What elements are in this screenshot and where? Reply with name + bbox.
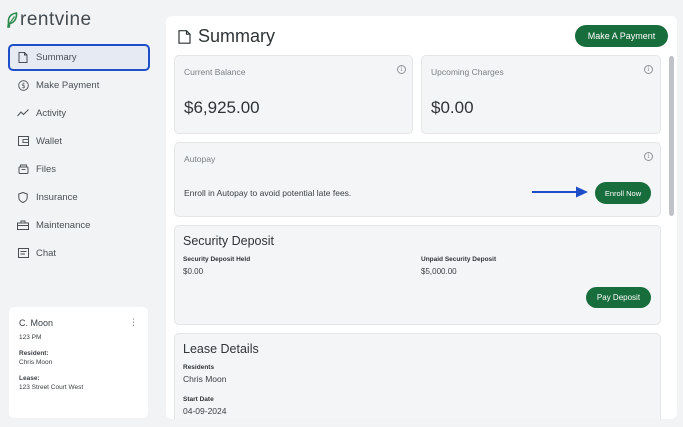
sidebar-item-label: Activity (36, 107, 67, 119)
resident-value: Chris Moon (19, 359, 53, 366)
user-name: C. Moon (19, 318, 54, 328)
pay-deposit-button[interactable]: Pay Deposit (586, 287, 651, 308)
deposit-held-value: $0.00 (183, 267, 204, 276)
toolbox-icon (17, 219, 29, 231)
sidebar-item-maintenance[interactable]: Maintenance (8, 211, 150, 239)
unpaid-deposit-label: Unpaid Security Deposit (421, 256, 497, 263)
upcoming-charges-amount: $0.00 (431, 98, 474, 117)
user-unit: 123 PM (19, 334, 42, 341)
leaf-logo-icon (7, 12, 18, 28)
enroll-now-button[interactable]: Enroll Now (595, 182, 651, 204)
shield-icon (17, 191, 29, 203)
sidebar-item-make-payment[interactable]: $ Make Payment (8, 71, 150, 99)
sidebar-item-activity[interactable]: Activity (8, 99, 150, 127)
upcoming-charges-card: Upcoming Charges i $0.00 (421, 55, 661, 134)
make-a-payment-button[interactable]: Make A Payment (575, 25, 668, 47)
unpaid-deposit-value: $5,000.00 (421, 267, 457, 276)
sidebar-item-label: Insurance (36, 191, 78, 203)
svg-text:$: $ (21, 82, 25, 90)
main-panel: Summary Make A Payment Current Balance i… (166, 16, 677, 419)
lease-details-title: Lease Details (183, 342, 259, 356)
arrow-right-icon (532, 186, 588, 198)
info-icon[interactable]: i (644, 152, 653, 161)
sidebar-item-label: Make Payment (36, 79, 100, 91)
current-balance-card: Current Balance i $6,925.00 (174, 55, 413, 134)
lease-value: 123 Street Court West (19, 384, 84, 391)
lease-label: Lease: (19, 375, 40, 382)
sidebar-item-summary[interactable]: Summary (8, 44, 150, 71)
lease-details-card: Lease Details Residents Chris Moon Start… (174, 333, 661, 419)
upcoming-charges-label: Upcoming Charges (431, 67, 504, 77)
sidebar-item-label: Summary (36, 52, 77, 63)
sidebar-item-label: Files (36, 163, 57, 175)
sidebar-nav: Summary $ Make Payment Activity Wallet F… (8, 44, 150, 267)
info-icon[interactable]: i (397, 65, 406, 74)
sidebar-item-files[interactable]: Files (8, 155, 150, 183)
autopay-card: Autopay i Enroll in Autopay to avoid pot… (174, 142, 661, 217)
autopay-label: Autopay (184, 154, 216, 164)
start-date-label: Start Date (183, 396, 214, 403)
sidebar-item-insurance[interactable]: Insurance (8, 183, 150, 211)
dollar-circle-icon: $ (17, 79, 29, 91)
security-deposit-title: Security Deposit (183, 234, 275, 248)
document-icon (178, 29, 191, 44)
current-balance-label: Current Balance (184, 67, 246, 77)
residents-label: Residents (183, 364, 215, 371)
scrollbar[interactable] (669, 56, 674, 216)
chat-icon (17, 247, 29, 259)
user-card: C. Moon ⋮ 123 PM Resident: Chris Moon Le… (9, 307, 148, 418)
residents-value: Chris Moon (183, 374, 227, 384)
autopay-description: Enroll in Autopay to avoid potential lat… (184, 188, 352, 198)
start-date-value: 04-09-2024 (183, 406, 227, 416)
page-title-text: Summary (198, 26, 276, 46)
page-title: Summary (178, 26, 275, 47)
sidebar-item-label: Chat (36, 247, 57, 259)
activity-wave-icon (17, 107, 29, 119)
logo-text: rentvine (20, 9, 92, 30)
info-icon[interactable]: i (644, 65, 653, 74)
current-balance-amount: $6,925.00 (184, 98, 260, 117)
sidebar-item-wallet[interactable]: Wallet (8, 127, 150, 155)
document-icon (17, 52, 29, 64)
kebab-menu-icon[interactable]: ⋮ (129, 317, 138, 328)
sidebar-item-label: Maintenance (36, 219, 91, 231)
deposit-held-label: Security Deposit Held (183, 256, 251, 263)
sidebar-item-chat[interactable]: Chat (8, 239, 150, 267)
rentvine-logo[interactable]: rentvine (7, 8, 92, 32)
sidebar: rentvine Summary $ Make Payment Activity… (0, 0, 160, 427)
wallet-icon (17, 135, 29, 147)
sidebar-item-label: Wallet (36, 135, 63, 147)
files-icon (17, 163, 29, 175)
resident-label: Resident: (19, 350, 49, 357)
security-deposit-card: Security Deposit Security Deposit Held $… (174, 225, 661, 325)
